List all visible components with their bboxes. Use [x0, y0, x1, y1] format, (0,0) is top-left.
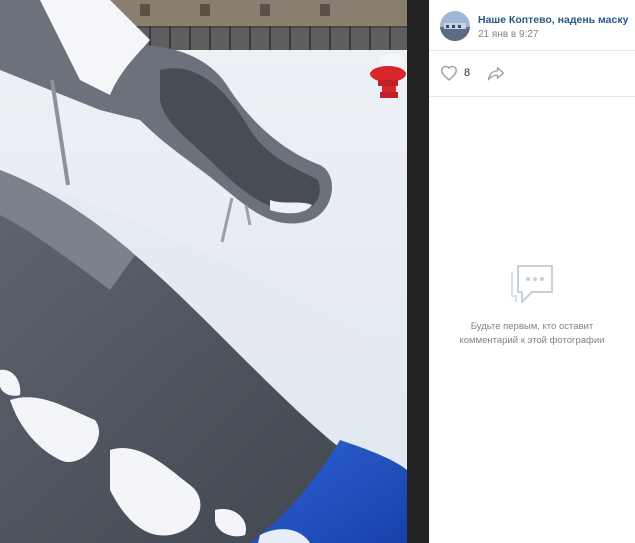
post-actions: 8 — [440, 62, 630, 84]
empty-comments-line2: комментарий к этой фотографии — [459, 335, 605, 346]
avatar[interactable] — [440, 11, 470, 41]
heart-icon — [440, 65, 458, 81]
divider — [429, 96, 635, 97]
post-date[interactable]: 21 янв в 9:27 — [478, 29, 538, 40]
info-panel: Наше Коптево, надень маску 21 янв в 9:27… — [429, 0, 635, 543]
share-arrow-icon — [487, 67, 505, 81]
comment-bubble-icon — [511, 265, 553, 303]
empty-comments: Будьте первым, кто оставит комментарий к… — [429, 262, 635, 348]
author-row: Наше Коптево, надень маску 21 янв в 9:27 — [440, 11, 629, 45]
photo-image — [0, 0, 407, 543]
share-button[interactable] — [487, 62, 505, 84]
viewer-gap — [407, 0, 429, 543]
like-button[interactable]: 8 — [440, 62, 470, 84]
divider — [429, 50, 635, 51]
author-name[interactable]: Наше Коптево, надень маску — [478, 14, 628, 26]
empty-comments-text: Будьте первым, кто оставит комментарий к… — [429, 320, 635, 348]
photo-viewer[interactable] — [0, 0, 407, 543]
empty-comments-line1: Будьте первым, кто оставит — [470, 321, 594, 332]
like-count: 8 — [464, 67, 471, 79]
